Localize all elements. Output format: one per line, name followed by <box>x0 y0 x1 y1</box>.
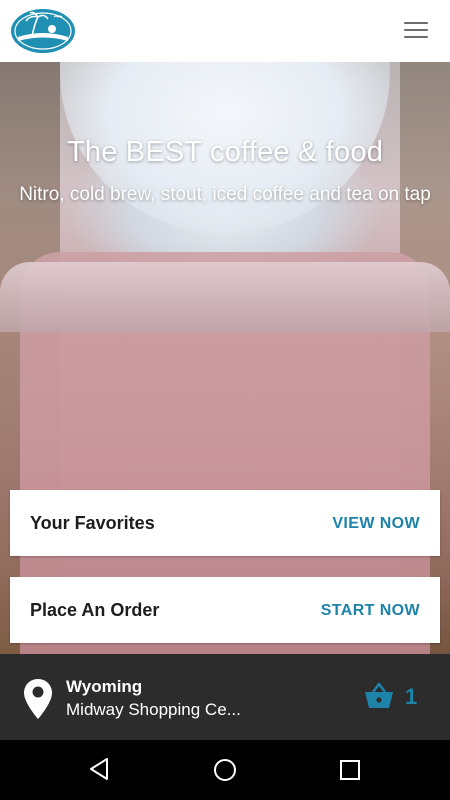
basket-icon[interactable] <box>364 682 394 710</box>
your-favorites-label: Your Favorites <box>30 513 155 533</box>
store-address: Midway Shopping Ce... <box>66 700 241 719</box>
location-pin-icon <box>24 679 52 719</box>
place-order-card[interactable]: Place An Order START NOW <box>10 577 440 643</box>
beach-palm-logo-icon[interactable] <box>10 7 76 55</box>
hero-banner: The BEST coffee & food Nitro, cold brew,… <box>0 62 450 654</box>
hero-drink-lid <box>0 262 450 332</box>
hero-title: The BEST coffee & food <box>66 136 384 168</box>
your-favorites-card[interactable]: Your Favorites VIEW NOW <box>10 490 440 556</box>
store-name: Wyoming <box>66 677 143 696</box>
hamburger-menu-icon[interactable] <box>404 22 428 40</box>
recent-apps-square-icon[interactable] <box>339 759 361 781</box>
top-app-bar <box>0 0 450 62</box>
back-triangle-icon[interactable] <box>88 757 110 781</box>
cart-count[interactable]: 1 <box>405 684 417 710</box>
home-circle-icon[interactable] <box>213 758 237 782</box>
hero-subtitle: Nitro, cold brew, stout, iced coffee and… <box>19 184 431 205</box>
place-order-label: Place An Order <box>30 600 160 620</box>
view-now-button[interactable]: VIEW NOW <box>332 515 420 533</box>
start-now-button[interactable]: START NOW <box>321 602 420 620</box>
